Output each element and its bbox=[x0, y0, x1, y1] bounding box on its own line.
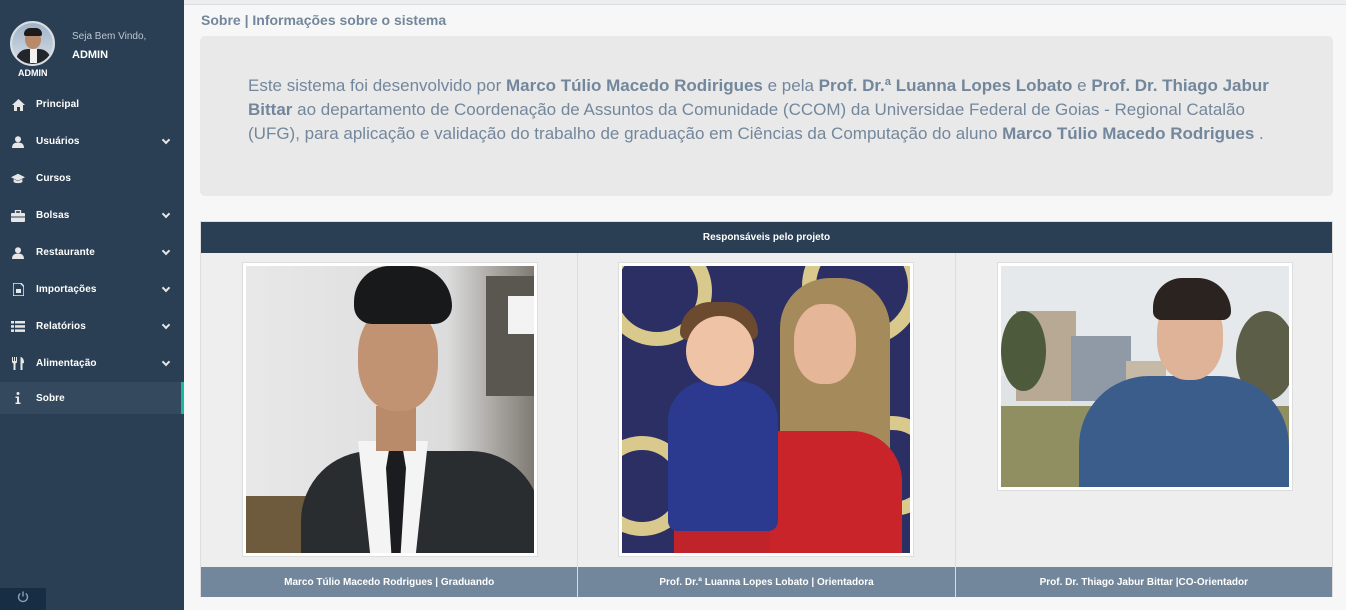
chevron-down-icon bbox=[161, 209, 171, 219]
person-photo bbox=[618, 262, 915, 557]
photo-student bbox=[246, 266, 534, 553]
about-text-box: Este sistema foi desenvolvido por Marco … bbox=[200, 36, 1333, 196]
page-title: Sobre | Informações sobre o sistema bbox=[201, 12, 447, 28]
list-icon bbox=[11, 320, 25, 334]
author-name: Marco Túlio Macedo Rodrigues bbox=[1002, 124, 1255, 143]
person-photo bbox=[996, 262, 1293, 491]
photo-coadvisor bbox=[1000, 266, 1289, 487]
chevron-down-icon bbox=[161, 246, 171, 256]
user-name: ADMIN bbox=[72, 49, 109, 61]
photo-figure bbox=[376, 406, 416, 451]
avatar-hair bbox=[24, 28, 42, 36]
welcome-text: Seja Bem Vindo, bbox=[72, 31, 147, 42]
person-card: Prof. Dr.ª Luanna Lopes Lobato | Orienta… bbox=[578, 253, 956, 597]
chevron-down-icon bbox=[161, 135, 171, 145]
photo-advisor bbox=[622, 266, 911, 553]
user-icon bbox=[11, 246, 25, 260]
power-icon bbox=[17, 590, 29, 608]
sidebar-item-label: Usuários bbox=[36, 136, 80, 147]
sidebar-item-label: Bolsas bbox=[36, 210, 70, 221]
chevron-down-icon bbox=[161, 320, 171, 330]
photo-background bbox=[508, 296, 534, 334]
file-icon bbox=[11, 283, 25, 297]
briefcase-icon bbox=[11, 209, 25, 223]
photo-figure bbox=[354, 266, 452, 324]
sidebar-item-label: Cursos bbox=[36, 173, 72, 184]
person-caption: Prof. Dr.ª Luanna Lopes Lobato | Orienta… bbox=[578, 567, 955, 597]
author-name: Marco Túlio Macedo Rodirigues bbox=[505, 76, 763, 95]
info-icon bbox=[11, 391, 25, 405]
photo-figure bbox=[668, 381, 779, 531]
sidebar-item-alimentacao[interactable]: Alimentação bbox=[0, 345, 184, 382]
responsaveis-columns: Marco Túlio Macedo Rodrigues | Graduando bbox=[201, 253, 1332, 597]
logout-button[interactable] bbox=[0, 588, 46, 610]
sidebar-item-cursos[interactable]: Cursos bbox=[0, 160, 184, 197]
sidebar-item-relatorios[interactable]: Relatórios bbox=[0, 308, 184, 345]
about-text: e pela bbox=[762, 76, 819, 95]
person-caption: Prof. Dr. Thiago Jabur Bittar |CO-Orient… bbox=[955, 567, 1332, 597]
avatar-shirt bbox=[30, 49, 37, 63]
user-icon bbox=[11, 135, 25, 149]
home-icon bbox=[11, 98, 25, 112]
sidebar-item-label: Restaurante bbox=[36, 247, 95, 258]
sidebar-item-label: Alimentação bbox=[36, 358, 97, 369]
top-nav bbox=[184, 0, 1346, 5]
chevron-down-icon bbox=[161, 283, 171, 293]
sidebar-item-restaurante[interactable]: Restaurante bbox=[0, 234, 184, 271]
avatar-label: ADMIN bbox=[18, 68, 48, 78]
about-text: Este sistema foi desenvolvido por bbox=[248, 76, 506, 95]
responsaveis-header: Responsáveis pelo projeto bbox=[201, 222, 1332, 253]
person-caption: Marco Túlio Macedo Rodrigues | Graduando bbox=[201, 567, 578, 597]
sidebar-item-label: Importações bbox=[36, 284, 97, 295]
sidebar-item-sobre[interactable]: Sobre bbox=[0, 382, 184, 414]
sidebar-menu: Principal Usuários Cursos Bolsas Restaur… bbox=[0, 86, 184, 414]
avatar[interactable] bbox=[10, 21, 55, 66]
cutlery-icon bbox=[11, 357, 25, 371]
advisor-name: Prof. Dr.ª Luanna Lopes Lobato bbox=[818, 76, 1073, 95]
sidebar-item-bolsas[interactable]: Bolsas bbox=[0, 197, 184, 234]
about-text: . bbox=[1254, 124, 1264, 143]
sidebar-item-usuarios[interactable]: Usuários bbox=[0, 123, 184, 160]
photo-figure bbox=[794, 304, 857, 384]
sidebar-item-label: Sobre bbox=[36, 392, 65, 404]
photo-figure bbox=[1078, 376, 1289, 487]
chevron-down-icon bbox=[161, 357, 171, 367]
about-text: e bbox=[1072, 76, 1092, 95]
graduation-cap-icon bbox=[11, 172, 25, 186]
person-photo bbox=[242, 262, 538, 557]
person-card: Prof. Dr. Thiago Jabur Bittar |CO-Orient… bbox=[955, 253, 1332, 597]
sidebar-item-importacoes[interactable]: Importações bbox=[0, 271, 184, 308]
sidebar-item-label: Principal bbox=[36, 99, 80, 110]
responsaveis-panel: Responsáveis pelo projeto Marco Túlio Ma… bbox=[200, 221, 1333, 597]
sidebar-item-principal[interactable]: Principal bbox=[0, 86, 184, 123]
profile-block: ADMIN Seja Bem Vindo, ADMIN bbox=[0, 0, 184, 86]
sidebar: ADMIN Seja Bem Vindo, ADMIN Principal Us… bbox=[0, 0, 184, 610]
person-card: Marco Túlio Macedo Rodrigues | Graduando bbox=[201, 253, 579, 597]
photo-figure bbox=[686, 316, 755, 386]
sidebar-item-label: Relatórios bbox=[36, 321, 86, 332]
photo-background bbox=[486, 276, 534, 396]
photo-background bbox=[1000, 311, 1046, 391]
